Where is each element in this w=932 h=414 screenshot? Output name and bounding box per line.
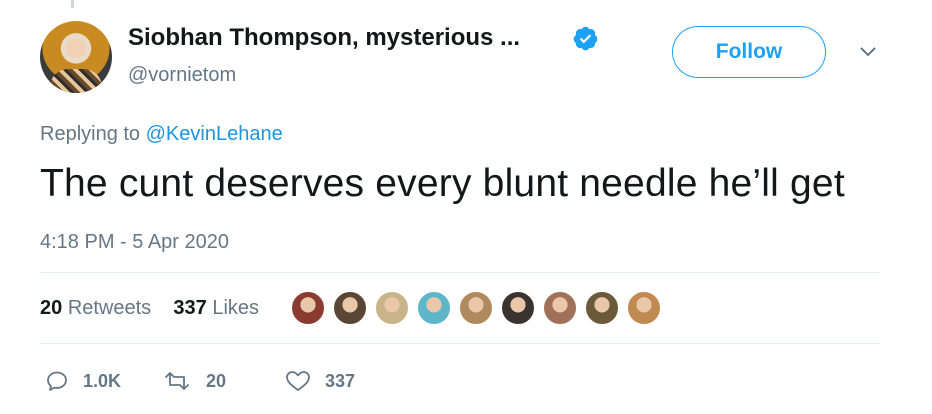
reply-mention-link[interactable]: @KevinLehane: [146, 123, 283, 145]
reply-count: 1.0K: [83, 370, 122, 391]
retweet-action[interactable]: 20: [162, 369, 226, 393]
retweets-label: Retweets: [67, 297, 152, 319]
tweet-text: The cunt deserves every blunt needle he’…: [40, 162, 845, 205]
divider: [40, 343, 880, 344]
avatar-shirt: [50, 69, 102, 93]
liker-avatar[interactable]: [542, 290, 578, 326]
liker-avatar[interactable]: [584, 290, 620, 326]
verified-badge-icon: [573, 26, 598, 51]
liker-avatar[interactable]: [374, 290, 410, 326]
retweets-stat[interactable]: 20 Retweets: [40, 297, 151, 319]
like-action[interactable]: 337: [285, 369, 355, 393]
reply-icon: [47, 371, 67, 391]
thread-connector-line: [71, 0, 74, 8]
liker-avatar[interactable]: [416, 290, 452, 326]
retweet-icon: [165, 372, 189, 390]
liker-avatar[interactable]: [458, 290, 494, 326]
reply-action[interactable]: 1.0K: [45, 369, 121, 393]
like-count: 337: [325, 370, 356, 391]
liker-avatar[interactable]: [500, 290, 536, 326]
author-name[interactable]: Siobhan Thompson, mysterious ...: [128, 24, 520, 52]
tweet-timestamp[interactable]: 4:18 PM - 5 Apr 2020: [40, 231, 229, 254]
retweet-count: 20: [206, 370, 227, 391]
author-handle[interactable]: @vornietom: [128, 64, 236, 87]
follow-button[interactable]: Follow: [672, 26, 826, 78]
divider: [40, 272, 880, 273]
engagement-stats: 20 Retweets 337 Likes: [40, 297, 259, 320]
liker-avatar[interactable]: [290, 290, 326, 326]
liker-avatars: [290, 290, 668, 326]
replying-to: Replying to @KevinLehane: [40, 123, 283, 146]
likes-count: 337: [173, 297, 207, 319]
reply-prefix: Replying to: [40, 123, 146, 145]
liker-avatar[interactable]: [332, 290, 368, 326]
chevron-down-icon[interactable]: [858, 45, 878, 59]
likes-label: Likes: [212, 297, 260, 319]
likes-stat[interactable]: 337 Likes: [173, 297, 259, 319]
heart-icon: [286, 371, 310, 391]
avatar[interactable]: [40, 21, 112, 93]
retweets-count: 20: [40, 297, 63, 319]
liker-avatar[interactable]: [626, 290, 662, 326]
